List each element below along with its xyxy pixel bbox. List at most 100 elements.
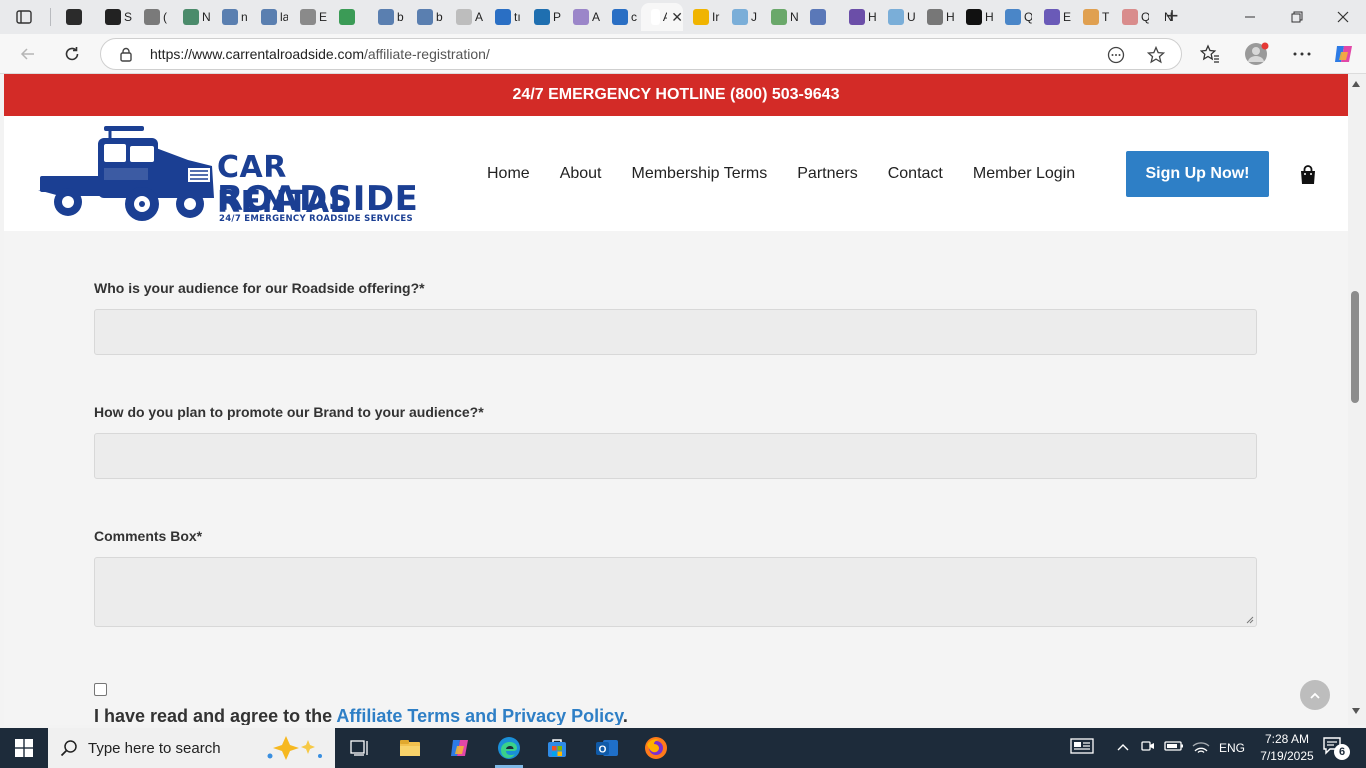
profile-avatar-icon[interactable] [1244,42,1270,71]
windows-start-icon[interactable] [0,728,48,768]
nav-member-login[interactable]: Member Login [973,165,1075,183]
microsoft-store-icon[interactable] [537,732,577,764]
browser-tab[interactable]: la [251,3,290,31]
url-path: /affiliate-registration/ [363,46,490,62]
tab-title: S [124,10,132,24]
circle-icon [1083,9,1099,25]
page-scrollbar[interactable] [1348,74,1366,725]
audience-input[interactable] [94,309,1257,355]
browser-tab[interactable]: A ✕ [641,3,683,31]
task-view-icon[interactable] [340,732,380,764]
firefox-icon[interactable] [636,732,676,764]
shopping-bag-icon[interactable] [1297,164,1319,186]
emergency-hotline-banner[interactable]: 24/7 EMERGENCY HOTLINE (800) 503-9643 [4,74,1348,116]
tab-actions-icon[interactable] [8,5,40,29]
battery-icon[interactable] [1164,739,1184,757]
taskbar-clock[interactable]: 7:28 AM 7/19/2025 [1256,731,1318,765]
meet-now-icon[interactable] [1140,738,1156,759]
browser-tab[interactable]: E [1034,3,1073,31]
browser-tab[interactable]: b [368,3,407,31]
scrollbar-thumb[interactable] [1351,291,1359,403]
browser-tab[interactable]: H [956,3,995,31]
promote-question-label: How do you plan to promote our Brand to … [94,404,484,420]
resize-handle-icon[interactable] [1246,616,1254,624]
favorites-icon[interactable] [1199,44,1220,69]
file-explorer-icon[interactable] [390,732,430,764]
tab-title: b [397,10,404,24]
settings-menu-icon[interactable] [1292,44,1312,69]
browser-tab[interactable]: H [839,3,878,31]
scroll-down-arrow-icon[interactable] [1351,707,1361,715]
browser-tab[interactable]: U [878,3,917,31]
news-widget-icon[interactable] [1070,737,1094,760]
browser-tab[interactable] [329,3,368,31]
browser-tab[interactable]: S [95,3,134,31]
tab-title: E [319,10,327,24]
browser-tab[interactable]: H [917,3,956,31]
taskbar-search-placeholder: Type here to search [88,739,221,757]
address-bar[interactable]: https://www.carrentalroadside.com/affili… [100,38,1182,70]
browser-tab[interactable]: N [761,3,800,31]
sign-up-button[interactable]: Sign Up Now! [1126,151,1269,197]
restore-icon[interactable] [1285,5,1309,29]
page-icon [651,9,660,25]
input-language[interactable]: ENG [1219,741,1245,755]
browser-tab[interactable]: Ir [683,3,722,31]
more-options-pill-icon[interactable] [1107,46,1125,69]
browser-tab[interactable]: n [212,3,251,31]
tab-title: A [475,10,483,24]
lock-icon[interactable] [119,47,133,67]
nav-partners[interactable]: Partners [797,165,857,183]
browser-tab[interactable]: T [1073,3,1112,31]
show-hidden-icons-chevron-icon[interactable] [1116,739,1130,757]
browser-tab[interactable]: P [524,3,563,31]
copilot-app-icon[interactable] [440,732,480,764]
refresh-icon[interactable] [60,42,84,66]
close-tab-icon[interactable]: ✕ [671,9,683,26]
u-icon [849,9,865,25]
browser-tab[interactable]: tı [485,3,524,31]
browser-tab[interactable]: E [290,3,329,31]
scroll-up-arrow-icon[interactable] [1351,80,1361,88]
browser-tab[interactable]: ( [134,3,173,31]
minimize-icon[interactable] [1238,5,1262,29]
favorite-star-icon[interactable] [1146,45,1166,69]
agree-terms-checkbox[interactable] [94,683,107,696]
comments-textarea[interactable] [94,557,1257,627]
browser-tab[interactable]: b [407,3,446,31]
edge-browser-icon[interactable] [489,732,529,768]
windows-taskbar: Type here to search O ENG 7:28 AM 7/19/2… [0,728,1366,768]
url-text[interactable]: https://www.carrentalroadside.com/affili… [150,46,490,62]
browser-tab[interactable] [56,3,95,31]
pin-icon [888,9,904,25]
wifi-icon[interactable] [1192,738,1210,759]
search-highlight-sparkle-icon[interactable] [264,734,328,762]
browser-tab[interactable] [800,3,839,31]
notification-center-icon[interactable]: 6 [1322,736,1352,760]
browser-tab[interactable]: c [602,3,641,31]
chatgpt-icon [105,9,121,25]
nav-membership-terms[interactable]: Membership Terms [632,165,768,183]
taskbar-search-box[interactable]: Type here to search [48,728,335,768]
browser-tab[interactable]: N [173,3,212,31]
copilot-icon[interactable] [1332,42,1356,71]
browser-tab[interactable]: A [446,3,485,31]
site-logo[interactable]: CAR RENTAL ROADSIDE 24/7 EMERGENCY ROADS… [38,124,418,224]
outlook-icon[interactable]: O [587,732,627,764]
back-icon[interactable] [16,42,40,66]
tab-title: n [241,10,248,24]
promote-input[interactable] [94,433,1257,479]
nav-home[interactable]: Home [487,165,530,183]
nav-contact[interactable]: Contact [888,165,943,183]
affiliate-terms-link[interactable]: Affiliate Terms and Privacy Policy [336,706,622,725]
browser-tab[interactable]: Q [1112,3,1151,31]
browser-tab[interactable]: A [563,3,602,31]
scroll-to-top-button[interactable] [1300,680,1330,710]
new-tab-button[interactable]: + [1160,5,1184,28]
search-icon [222,9,238,25]
comments-label: Comments Box* [94,528,203,544]
browser-tab[interactable]: J [722,3,761,31]
browser-tab[interactable]: Q [995,3,1034,31]
nav-about[interactable]: About [560,165,602,183]
close-window-icon[interactable] [1331,5,1355,29]
